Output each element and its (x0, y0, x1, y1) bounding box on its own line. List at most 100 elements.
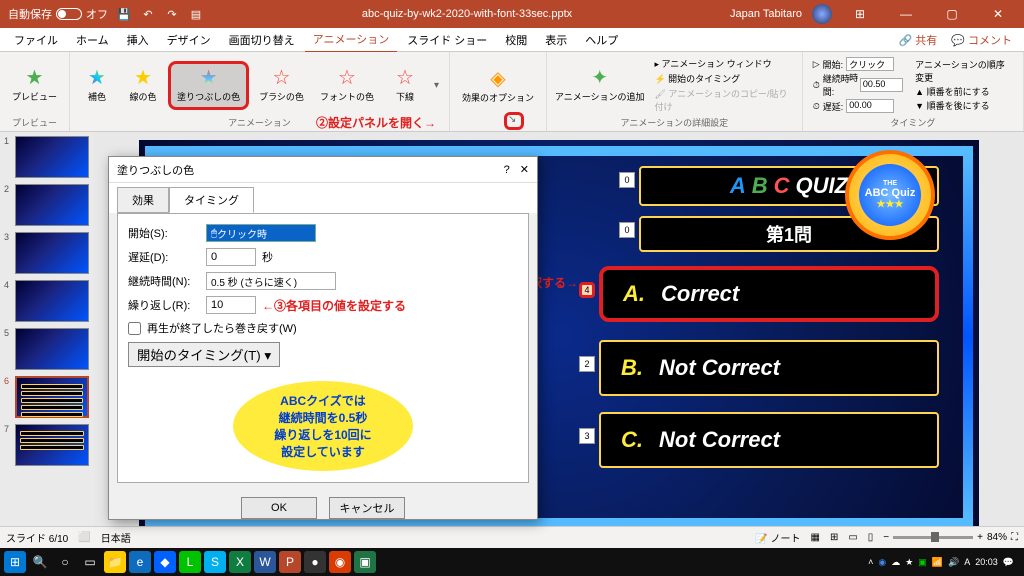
comment-button[interactable]: 💬 コメント (945, 32, 1018, 48)
excel-icon[interactable]: X (229, 551, 251, 573)
anim-tag-3[interactable]: 3 (579, 428, 595, 444)
word-icon[interactable]: W (254, 551, 276, 573)
autosave-toggle[interactable]: 自動保存 オフ (8, 6, 108, 22)
line-tray-icon[interactable]: ▣ (918, 557, 927, 568)
view-sorter-icon[interactable]: ⊞ (830, 532, 838, 543)
dialog-launcher-icon[interactable]: ↘ (508, 114, 516, 125)
restore-icon[interactable]: ▢ (934, 7, 970, 21)
anim-tag-0a[interactable]: 0 (619, 172, 635, 188)
answer-a[interactable]: A.Correct (599, 266, 939, 322)
thumb-2[interactable] (15, 184, 89, 226)
timing-duration-field[interactable]: 00.50 (860, 78, 903, 92)
search-icon[interactable]: 🔍 (29, 551, 51, 573)
tab-insert[interactable]: 挿入 (119, 28, 157, 52)
ok-button[interactable]: OK (241, 497, 317, 519)
anim-linecolor[interactable]: ★線の色 (122, 64, 164, 107)
close-icon[interactable]: ✕ (980, 7, 1016, 21)
thumb-3[interactable] (15, 232, 89, 274)
preview-button[interactable]: ★ プレビュー (6, 64, 63, 107)
cancel-button[interactable]: キャンセル (329, 497, 405, 519)
duration-select[interactable]: 0.5 秒 (さらに速く) (206, 272, 336, 290)
dialog-tab-timing[interactable]: タイミング (169, 187, 254, 213)
effect-options-button[interactable]: ◈効果のオプション (456, 65, 540, 108)
clock[interactable]: 20:03 (975, 557, 998, 567)
skype-icon[interactable]: S (204, 551, 226, 573)
anim-tag-4[interactable]: 4 (579, 282, 595, 298)
view-normal-icon[interactable]: ▦ (810, 532, 819, 543)
thumb-5[interactable] (15, 328, 89, 370)
anim-fontcolor[interactable]: ☆フォントの色 (314, 64, 380, 107)
ribbon-options-icon[interactable]: ⊞ (842, 7, 878, 21)
animation-pane-button[interactable]: ▸ アニメーション ウィンドウ (654, 57, 791, 70)
thumb-6[interactable] (15, 376, 89, 418)
chrome-icon[interactable]: ◉ (878, 557, 886, 568)
tab-review[interactable]: 校閲 (497, 28, 535, 52)
view-reading-icon[interactable]: ▭ (848, 532, 857, 543)
zoom-out-icon[interactable]: − (883, 532, 889, 543)
dialog-tab-effect[interactable]: 効果 (117, 187, 169, 213)
tab-home[interactable]: ホーム (68, 28, 117, 52)
powerpoint-icon[interactable]: P (279, 551, 301, 573)
save-icon[interactable]: 💾 (116, 6, 132, 22)
start-show-icon[interactable]: ▤ (188, 6, 204, 22)
edge-icon[interactable]: e (129, 551, 151, 573)
move-earlier-button[interactable]: ▲ 順番を前にする (915, 85, 1013, 98)
tab-transitions[interactable]: 画面切り替え (221, 28, 303, 52)
cortana-icon[interactable]: ○ (54, 551, 76, 573)
tab-design[interactable]: デザイン (159, 28, 219, 52)
app-icon[interactable]: ● (304, 551, 326, 573)
volume-icon[interactable]: 🔊 (948, 557, 959, 568)
thumb-4[interactable] (15, 280, 89, 322)
view-slideshow-icon[interactable]: ▯ (868, 532, 874, 543)
spellcheck-icon[interactable]: ⬜ (78, 532, 90, 543)
line-icon[interactable]: L (179, 551, 201, 573)
repeat-input[interactable]: 10 (206, 296, 256, 314)
gallery-more-icon[interactable]: ▾ (430, 80, 443, 91)
tab-slideshow[interactable]: スライド ショー (399, 28, 495, 52)
ime-icon[interactable]: A (964, 557, 970, 567)
start-select[interactable]: 🖱 クリック時 (206, 224, 316, 242)
answer-b[interactable]: B.Not Correct (599, 340, 939, 396)
wifi-icon[interactable]: 📶 (932, 557, 943, 568)
share-button[interactable]: 🔗 共有 (892, 32, 943, 48)
thumb-1[interactable] (15, 136, 89, 178)
move-later-button[interactable]: ▼ 順番を後にする (915, 99, 1013, 112)
zoom-in-icon[interactable]: + (977, 532, 983, 543)
trigger-timing-button[interactable]: 開始のタイミング(T) ▾ (128, 342, 280, 367)
redo-icon[interactable]: ↷ (164, 6, 180, 22)
animation-painter-button[interactable]: 🖌 アニメーションのコピー/貼り付け (654, 87, 791, 113)
app-icon[interactable]: ▣ (354, 551, 376, 573)
dialog-close-icon[interactable]: ✕ (520, 164, 529, 176)
dialog-help-icon[interactable]: ? (504, 164, 510, 176)
zoom-level[interactable]: 84% (987, 532, 1007, 543)
language-indicator[interactable]: 日本語 (101, 530, 131, 545)
app-icon[interactable]: ◉ (329, 551, 351, 573)
tray-icon[interactable]: ★ (905, 557, 913, 568)
anim-complement[interactable]: ★補色 (76, 64, 118, 107)
tab-help[interactable]: ヘルプ (577, 28, 626, 52)
anim-tag-2[interactable]: 2 (579, 356, 595, 372)
anim-underline[interactable]: ☆下線 (384, 64, 426, 107)
taskview-icon[interactable]: ▭ (79, 551, 101, 573)
add-animation-button[interactable]: ✦アニメーションの追加 (553, 64, 646, 107)
tray-icon[interactable]: ☁ (891, 557, 900, 568)
tab-view[interactable]: 表示 (537, 28, 575, 52)
minimize-icon[interactable]: — (888, 7, 924, 21)
notes-button[interactable]: 📝 ノート (755, 530, 800, 545)
timing-delay-field[interactable]: 00.00 (846, 99, 894, 113)
tab-animations[interactable]: アニメーション (305, 27, 398, 53)
answer-c[interactable]: C.Not Correct (599, 412, 939, 468)
delay-input[interactable]: 0 (206, 248, 256, 266)
thumb-7[interactable] (15, 424, 89, 466)
fit-icon[interactable]: ⛶ (1011, 532, 1018, 543)
anim-brushcolor[interactable]: ☆ブラシの色 (253, 64, 310, 107)
anim-tag-0b[interactable]: 0 (619, 222, 635, 238)
notification-icon[interactable]: 💬 (1003, 557, 1014, 568)
tab-file[interactable]: ファイル (6, 28, 66, 52)
avatar[interactable] (812, 4, 832, 24)
anim-fillcolor[interactable]: ★塗りつぶしの色 (168, 61, 249, 110)
zoom-slider[interactable] (893, 536, 973, 539)
start-icon[interactable]: ⊞ (4, 551, 26, 573)
rewind-checkbox[interactable] (128, 322, 141, 335)
tray-up-icon[interactable]: ˄ (868, 557, 873, 567)
